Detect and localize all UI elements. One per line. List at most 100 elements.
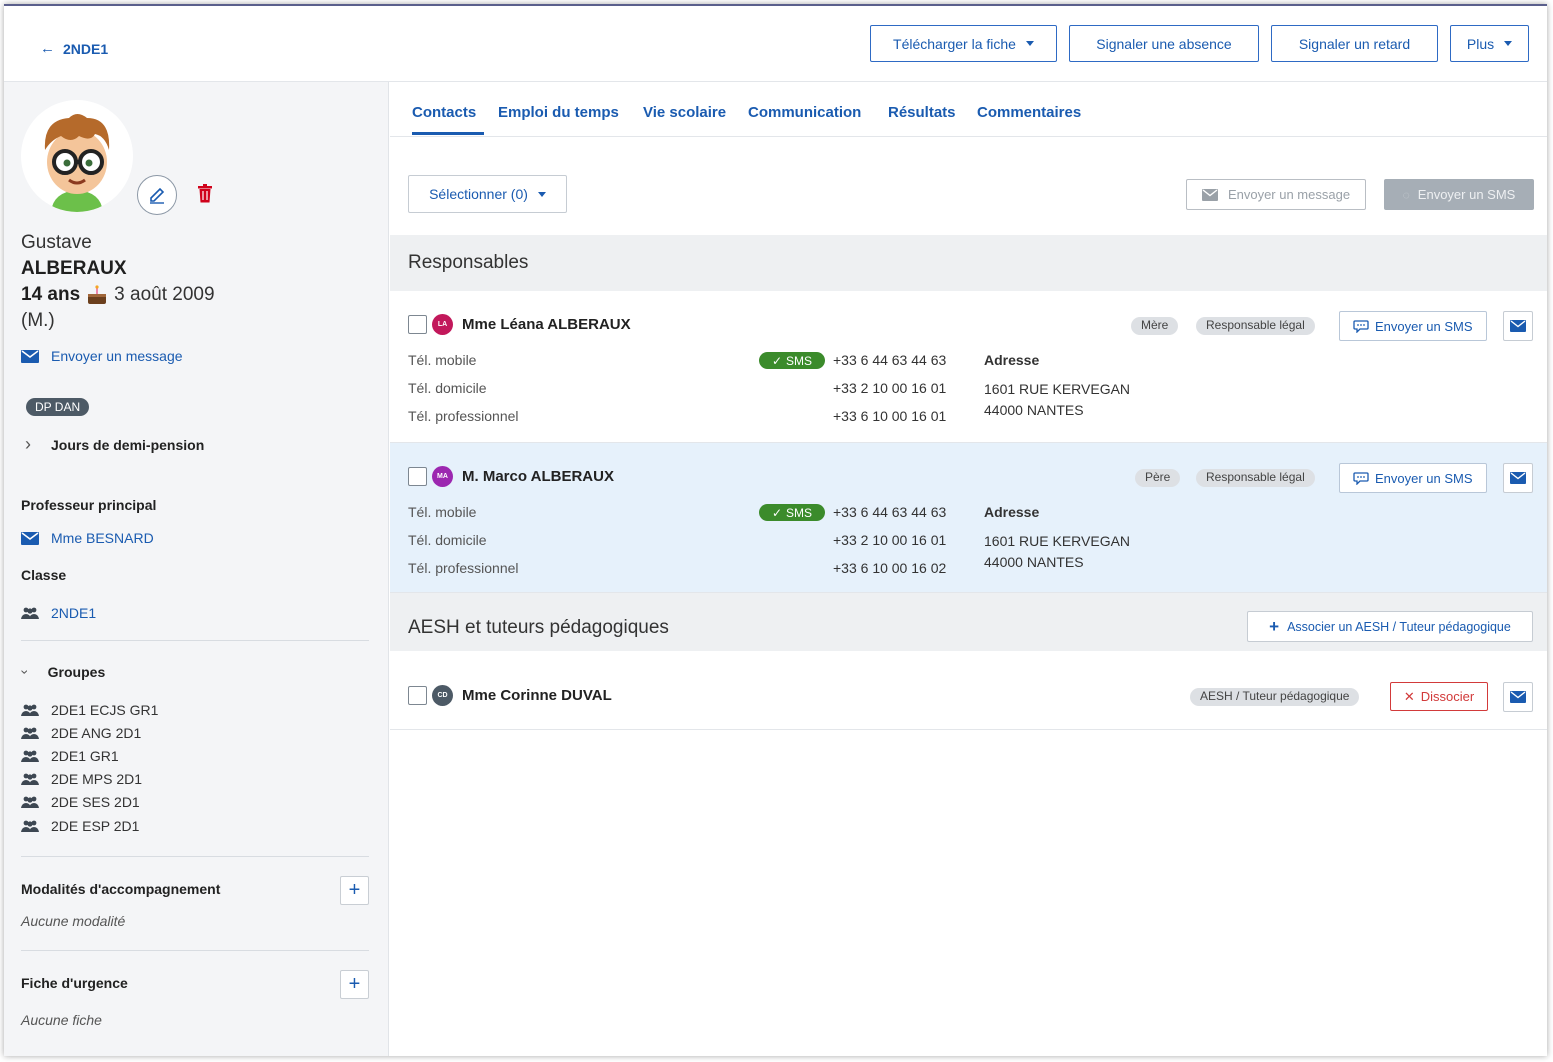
class-link[interactable]: 2NDE1 (21, 605, 96, 621)
work-label: Tél. professionnel (408, 408, 519, 424)
aesh-initials: CD (432, 685, 453, 706)
top-bar: ← 2NDE1 Télécharger la fiche Signaler un… (4, 6, 1547, 82)
groups-toggle[interactable]: › Groupes (17, 664, 106, 680)
send-sms-button[interactable]: Envoyer un SMS (1339, 311, 1487, 341)
envelope-icon (1201, 188, 1218, 201)
app-window: ← 2NDE1 Télécharger la fiche Signaler un… (4, 4, 1547, 1056)
tab-schedule[interactable]: Emploi du temps (498, 104, 619, 121)
group-icon (21, 727, 39, 739)
arrow-left-icon: ← (40, 40, 55, 57)
contact-initials: LA (432, 314, 453, 335)
envelope-icon (21, 531, 39, 545)
main-teacher-heading: Professeur principal (21, 497, 157, 513)
email-contact-button[interactable] (1503, 463, 1533, 493)
edit-photo-button[interactable] (137, 175, 177, 215)
aesh-checkbox[interactable] (408, 686, 427, 705)
close-icon: ✕ (1403, 688, 1415, 704)
tab-contacts[interactable]: Contacts (412, 104, 476, 121)
group-label: 2DE MPS 2D1 (51, 771, 143, 787)
back-link[interactable]: ← 2NDE1 (40, 40, 108, 57)
contact-name: Mme Léana ALBERAUX (462, 316, 631, 333)
more-button[interactable]: Plus (1450, 25, 1529, 62)
mobile-label: Tél. mobile (408, 352, 477, 368)
group-item: 2DE MPS 2D1 (21, 771, 142, 787)
check-icon: ✓ (771, 505, 783, 520)
group-icon (21, 607, 39, 619)
sms-enabled-badge: ✓ SMS (759, 352, 825, 369)
more-label: Plus (1466, 35, 1495, 52)
send-message-label: Envoyer un message (1227, 187, 1351, 202)
delete-photo-button[interactable] (197, 184, 213, 208)
tab-communication[interactable]: Communication (748, 104, 861, 121)
mobile-label: Tél. mobile (408, 504, 477, 520)
trash-icon (198, 184, 212, 203)
support-heading: Modalités d'accompagnement (21, 881, 221, 897)
contact-checkbox[interactable] (408, 467, 427, 486)
contact-row: MA M. Marco ALBERAUX Père Responsable lé… (390, 443, 1547, 593)
send-message-link[interactable]: Envoyer un message (21, 348, 183, 364)
group-item: 2DE1 GR1 (21, 748, 119, 764)
student-age-row: 14 ans 3 août 2009 (21, 284, 215, 306)
group-label: 2DE ESP 2D1 (51, 818, 140, 834)
sms-badge-label: SMS (786, 353, 813, 368)
tab-comments[interactable]: Commentaires (977, 104, 1081, 121)
group-item: 2DE ESP 2D1 (21, 818, 139, 834)
emergency-empty: Aucune fiche (21, 1012, 102, 1028)
envelope-icon (1510, 320, 1526, 332)
send-sms-label: Envoyer un SMS (1375, 470, 1473, 486)
main-teacher-link[interactable]: Mme BESNARD (21, 530, 154, 546)
tab-school-life[interactable]: Vie scolaire (643, 104, 726, 121)
student-avatar (21, 100, 133, 212)
student-last-name: ALBERAUX (21, 258, 127, 279)
contact-row: LA Mme Léana ALBERAUX Mère Responsable l… (390, 291, 1547, 443)
add-emergency-button[interactable]: + (340, 970, 369, 999)
add-support-button[interactable]: + (340, 876, 369, 905)
report-late-label: Signaler un retard (1298, 35, 1411, 52)
class-heading: Classe (21, 567, 67, 583)
divider (21, 640, 369, 641)
chat-bubble-icon (1353, 471, 1369, 485)
email-aesh-button[interactable] (1503, 682, 1533, 712)
caret-down-icon (537, 191, 546, 197)
sms-badge-label: SMS (786, 505, 813, 520)
caret-down-icon (1025, 41, 1034, 46)
email-contact-button[interactable] (1503, 311, 1533, 341)
back-label: 2NDE1 (63, 40, 109, 57)
select-dropdown[interactable]: Sélectionner (0) (408, 175, 567, 213)
student-gender: (M.) (21, 310, 55, 331)
send-sms-button[interactable]: Envoyer un SMS (1339, 463, 1487, 493)
associate-aesh-label: Associer un AESH / Tuteur pédagogique (1287, 619, 1511, 634)
class-name: 2NDE1 (51, 605, 97, 621)
download-sheet-button[interactable]: Télécharger la fiche (870, 25, 1057, 62)
boy-avatar-icon (21, 100, 133, 212)
report-late-button[interactable]: Signaler un retard (1271, 25, 1438, 62)
contact-checkbox[interactable] (408, 315, 427, 334)
group-icon (21, 704, 39, 716)
divider (21, 950, 369, 951)
send-message-label: Envoyer un message (51, 348, 183, 364)
demi-pension-toggle[interactable]: › Jours de demi-pension (21, 434, 204, 455)
envelope-icon (1510, 691, 1526, 703)
tab-results[interactable]: Résultats (888, 104, 956, 121)
tab-bar: Contacts Emploi du temps Vie scolaire Co… (390, 82, 1547, 137)
groups-heading: Groupes (47, 664, 106, 680)
associate-aesh-button[interactable]: + Associer un AESH / Tuteur pédagogique (1247, 611, 1533, 642)
responsables-title: Responsables (408, 252, 529, 273)
mobile-number: +33 6 44 63 44 63 (833, 504, 947, 520)
group-item: 2DE ANG 2D1 (21, 725, 141, 741)
home-label: Tél. domicile (408, 532, 487, 548)
group-icon (21, 820, 39, 832)
dissociate-button[interactable]: ✕ Dissocier (1390, 682, 1488, 711)
group-label: 2DE1 ECJS GR1 (51, 702, 159, 718)
address-line2: 44000 NANTES (984, 402, 1084, 418)
contact-name: M. Marco ALBERAUX (462, 468, 614, 485)
legal-guardian-tag: Responsable légal (1196, 317, 1315, 335)
student-birthdate: 3 août 2009 (114, 284, 215, 305)
report-absence-button[interactable]: Signaler une absence (1069, 25, 1259, 62)
group-label: 2DE1 GR1 (51, 748, 119, 764)
home-label: Tél. domicile (408, 380, 487, 396)
aesh-role-tag: AESH / Tuteur pédagogique (1190, 688, 1360, 706)
send-sms-button[interactable]: ◌ Envoyer un SMS (1384, 179, 1534, 210)
send-message-button[interactable]: Envoyer un message (1186, 179, 1366, 210)
main-teacher-name: Mme BESNARD (51, 530, 154, 546)
